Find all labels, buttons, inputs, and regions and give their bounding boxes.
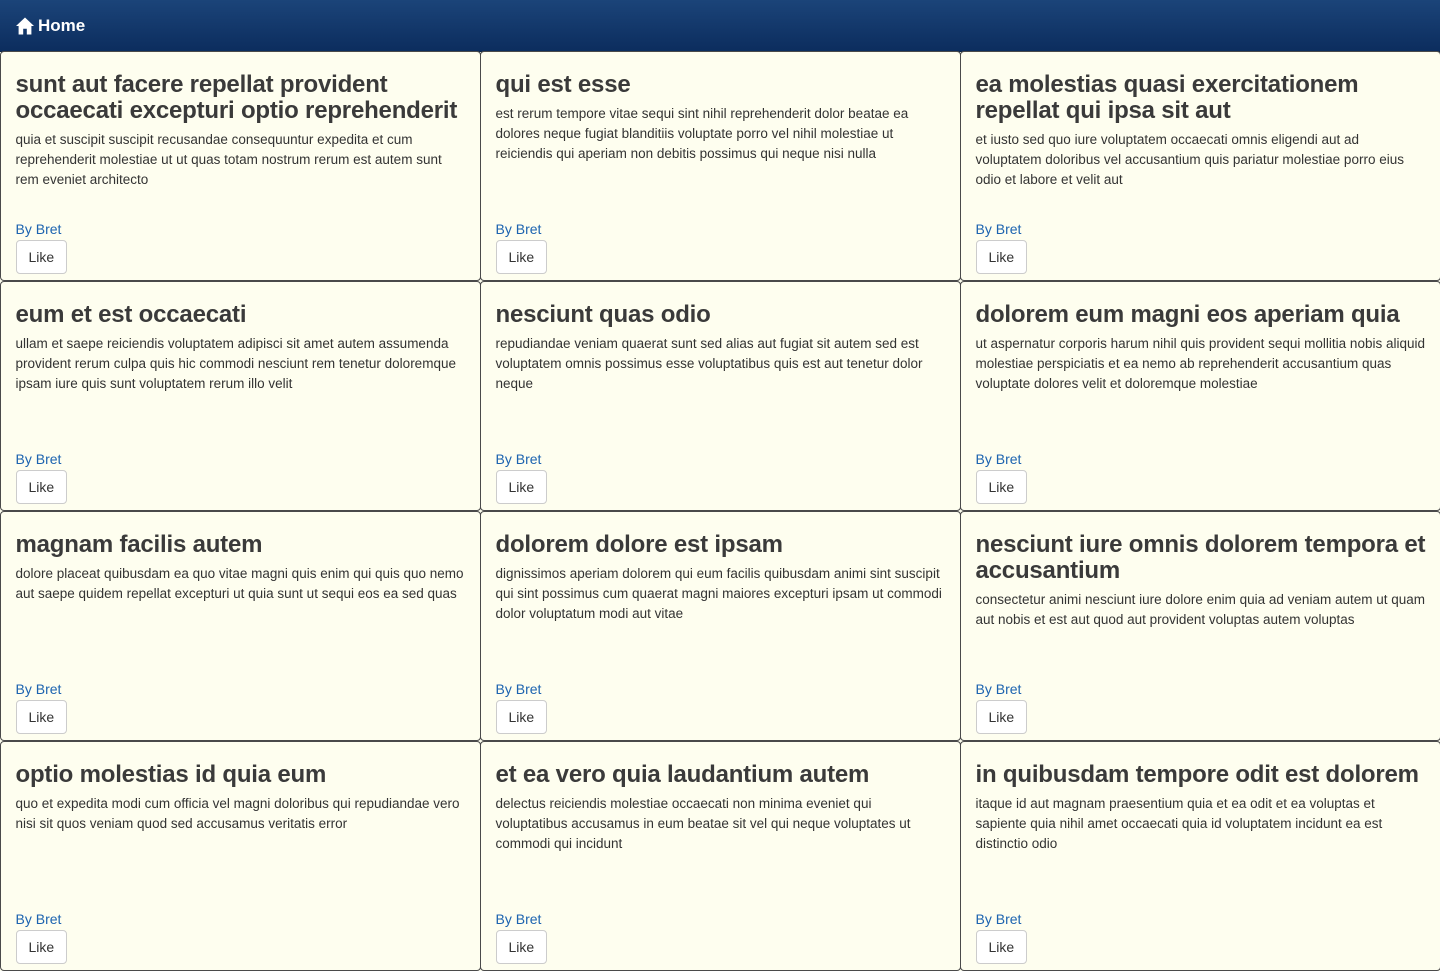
post-card: in quibusdam tempore odit est dolorem it… — [960, 741, 1440, 971]
post-card: et ea vero quia laudantium autem delectu… — [480, 741, 961, 971]
like-button[interactable]: Like — [976, 930, 1028, 964]
author-link[interactable]: By Bret — [496, 451, 542, 467]
post-body: quo et expedita modi cum officia vel mag… — [16, 794, 466, 834]
post-content: dolorem eum magni eos aperiam quia ut as… — [976, 302, 1426, 394]
post-title: nesciunt quas odio — [496, 302, 946, 328]
post-title: dolorem eum magni eos aperiam quia — [976, 302, 1426, 328]
post-body: consectetur animi nesciunt iure dolore e… — [976, 590, 1426, 630]
like-button[interactable]: Like — [496, 470, 548, 504]
post-card: optio molestias id quia eum quo et exped… — [0, 741, 481, 971]
post-content: optio molestias id quia eum quo et exped… — [16, 762, 466, 834]
post-content: sunt aut facere repellat provident occae… — [16, 72, 466, 190]
post-card: magnam facilis autem dolore placeat quib… — [0, 511, 481, 741]
post-content: dolorem dolore est ipsam dignissimos ape… — [496, 532, 946, 624]
top-navbar: Home — [0, 0, 1440, 52]
home-icon — [15, 16, 35, 36]
like-button[interactable]: Like — [976, 470, 1028, 504]
like-button[interactable]: Like — [16, 470, 68, 504]
post-title: eum et est occaecati — [16, 302, 466, 328]
post-body: quia et suscipit suscipit recusandae con… — [16, 130, 466, 190]
post-content: ea molestias quasi exercitationem repell… — [976, 72, 1426, 190]
like-button[interactable]: Like — [16, 700, 68, 734]
post-body: itaque id aut magnam praesentium quia et… — [976, 794, 1426, 854]
author-link[interactable]: By Bret — [16, 451, 62, 467]
author-link[interactable]: By Bret — [976, 681, 1022, 697]
author-link[interactable]: By Bret — [496, 681, 542, 697]
author-link[interactable]: By Bret — [976, 911, 1022, 927]
post-title: in quibusdam tempore odit est dolorem — [976, 762, 1426, 788]
post-body: et iusto sed quo iure voluptatem occaeca… — [976, 130, 1426, 190]
author-link[interactable]: By Bret — [496, 221, 542, 237]
home-label: Home — [38, 16, 85, 36]
post-content: qui est esse est rerum tempore vitae seq… — [496, 72, 946, 164]
author-link[interactable]: By Bret — [16, 221, 62, 237]
post-title: et ea vero quia laudantium autem — [496, 762, 946, 788]
like-button[interactable]: Like — [16, 240, 68, 274]
like-button[interactable]: Like — [976, 700, 1028, 734]
post-body: ullam et saepe reiciendis voluptatem adi… — [16, 334, 466, 394]
like-button[interactable]: Like — [16, 930, 68, 964]
post-content: et ea vero quia laudantium autem delectu… — [496, 762, 946, 854]
post-title: sunt aut facere repellat provident occae… — [16, 72, 466, 124]
post-card: ea molestias quasi exercitationem repell… — [960, 51, 1440, 281]
post-title: dolorem dolore est ipsam — [496, 532, 946, 558]
post-card: sunt aut facere repellat provident occae… — [0, 51, 481, 281]
author-link[interactable]: By Bret — [496, 911, 542, 927]
post-title: qui est esse — [496, 72, 946, 98]
post-card: eum et est occaecati ullam et saepe reic… — [0, 281, 481, 511]
like-button[interactable]: Like — [496, 930, 548, 964]
post-card: qui est esse est rerum tempore vitae seq… — [480, 51, 961, 281]
post-content: nesciunt quas odio repudiandae veniam qu… — [496, 302, 946, 394]
home-link[interactable]: Home — [15, 15, 85, 37]
post-body: repudiandae veniam quaerat sunt sed alia… — [496, 334, 946, 394]
post-card: dolorem eum magni eos aperiam quia ut as… — [960, 281, 1440, 511]
post-card: nesciunt iure omnis dolorem tempora et a… — [960, 511, 1440, 741]
post-body: est rerum tempore vitae sequi sint nihil… — [496, 104, 946, 164]
like-button[interactable]: Like — [496, 700, 548, 734]
post-body: dolore placeat quibusdam ea quo vitae ma… — [16, 564, 466, 604]
post-content: eum et est occaecati ullam et saepe reic… — [16, 302, 466, 394]
post-body: dignissimos aperiam dolorem qui eum faci… — [496, 564, 946, 624]
post-content: nesciunt iure omnis dolorem tempora et a… — [976, 532, 1426, 630]
post-title: ea molestias quasi exercitationem repell… — [976, 72, 1426, 124]
post-title: nesciunt iure omnis dolorem tempora et a… — [976, 532, 1426, 584]
post-body: delectus reiciendis molestiae occaecati … — [496, 794, 946, 854]
post-body: ut aspernatur corporis harum nihil quis … — [976, 334, 1426, 394]
post-card: dolorem dolore est ipsam dignissimos ape… — [480, 511, 961, 741]
post-card: nesciunt quas odio repudiandae veniam qu… — [480, 281, 961, 511]
author-link[interactable]: By Bret — [16, 911, 62, 927]
post-content: in quibusdam tempore odit est dolorem it… — [976, 762, 1426, 854]
author-link[interactable]: By Bret — [976, 451, 1022, 467]
post-title: optio molestias id quia eum — [16, 762, 466, 788]
like-button[interactable]: Like — [496, 240, 548, 274]
posts-grid: sunt aut facere repellat provident occae… — [0, 51, 1440, 971]
author-link[interactable]: By Bret — [16, 681, 62, 697]
post-title: magnam facilis autem — [16, 532, 466, 558]
like-button[interactable]: Like — [976, 240, 1028, 274]
author-link[interactable]: By Bret — [976, 221, 1022, 237]
post-content: magnam facilis autem dolore placeat quib… — [16, 532, 466, 604]
